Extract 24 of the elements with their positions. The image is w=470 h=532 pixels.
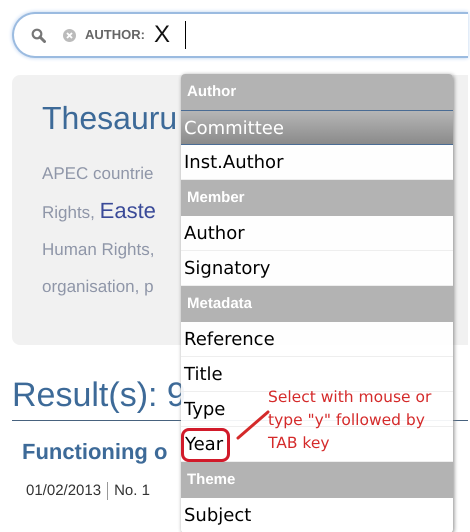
tag-text: organisation, p xyxy=(42,277,154,296)
result-meta: No. 1 xyxy=(114,480,150,501)
text-cursor xyxy=(184,21,186,49)
group-header: Metadata xyxy=(181,286,453,322)
filter-label: AUTHOR: xyxy=(85,26,145,44)
search-icon xyxy=(31,28,46,42)
search-value: X xyxy=(154,23,170,47)
search-field[interactable]: AUTHOR: X xyxy=(12,12,468,58)
result-meta: 01/02/2013 xyxy=(26,480,102,501)
menu-item[interactable]: Author xyxy=(184,216,245,251)
menu-item[interactable]: Reference xyxy=(184,322,275,357)
group-header: Member xyxy=(181,180,453,216)
group-header: Author xyxy=(181,74,453,110)
leader-line xyxy=(236,410,270,440)
panel-title: Thesauru xyxy=(42,99,178,138)
menu-item[interactable]: Inst.Author xyxy=(184,145,284,180)
tag-link[interactable]: Easte xyxy=(100,198,156,224)
remove-icon[interactable] xyxy=(63,28,76,42)
menu-item[interactable]: Signatory xyxy=(184,251,270,286)
tag-text: Human Rights, xyxy=(42,240,154,260)
tag-text: Rights, xyxy=(42,203,95,222)
group-header: Theme xyxy=(181,462,453,498)
tag-text: APEC countrie xyxy=(42,164,154,184)
menu-item[interactable]: Subject xyxy=(184,498,252,532)
